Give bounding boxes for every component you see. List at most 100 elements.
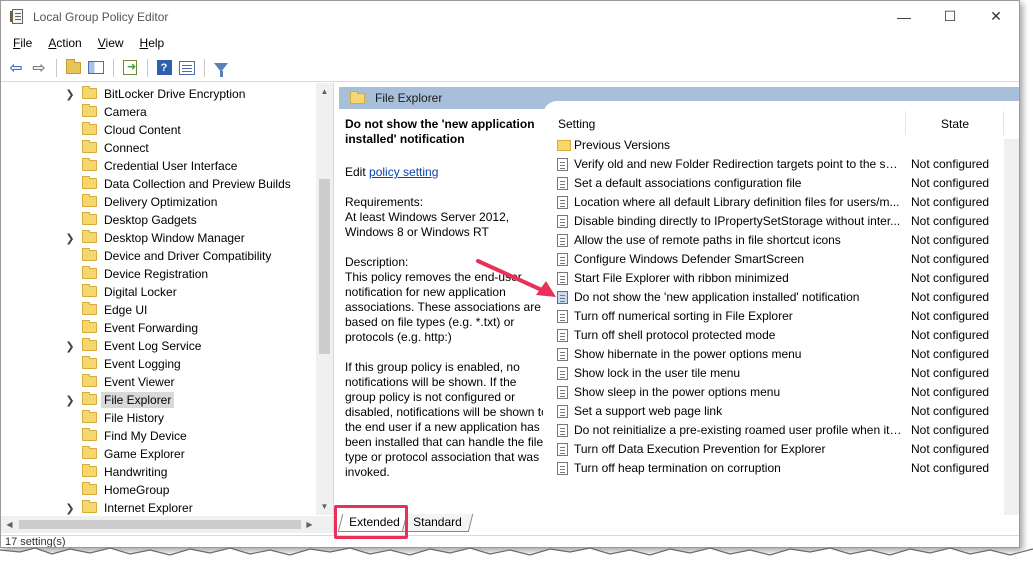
back-button[interactable]: ⇦ [5, 57, 27, 79]
tree-item[interactable]: Data Collection and Preview Builds [1, 175, 317, 193]
filter-button[interactable] [210, 57, 232, 79]
tree-item[interactable]: Credential User Interface [1, 157, 317, 175]
tree-item-label: Delivery Optimization [104, 195, 218, 209]
requirements-label: Requirements: [345, 195, 424, 209]
column-header-state[interactable]: State [941, 117, 969, 131]
settings-row[interactable]: Turn off shell protocol protected mode No… [543, 326, 1019, 345]
column-header-setting[interactable]: Setting [558, 117, 595, 131]
tree-item[interactable]: File History [1, 409, 317, 427]
setting-state: Not configured [911, 290, 990, 304]
export-list-button[interactable] [119, 57, 141, 79]
settings-row[interactable]: Set a support web page link Not configure… [543, 402, 1019, 421]
tree-item[interactable]: Cloud Content [1, 121, 317, 139]
tree-item[interactable]: Find My Device [1, 427, 317, 445]
settings-row[interactable]: Location where all default Library defin… [543, 193, 1019, 212]
policy-setting-icon [557, 386, 568, 399]
forward-button[interactable]: ⇨ [28, 57, 50, 79]
tree-item[interactable]: Connect [1, 139, 317, 157]
up-one-level-button[interactable] [62, 57, 84, 79]
tree-item[interactable]: HomeGroup [1, 481, 317, 499]
up-folder-icon [65, 58, 81, 74]
expand-chevron-icon[interactable]: ❯ [65, 88, 75, 101]
tree-vertical-scrollbar[interactable]: ▲ ▼ [316, 83, 333, 515]
tree-item[interactable]: Handwriting [1, 463, 317, 481]
folder-icon [82, 212, 97, 225]
scroll-right-icon[interactable]: ▶ [301, 516, 318, 533]
settings-row[interactable]: Verify old and new Folder Redirection ta… [543, 155, 1019, 174]
setting-name: Show hibernate in the power options menu [574, 347, 802, 361]
scroll-thumb[interactable] [319, 179, 330, 354]
menu-file[interactable]: File [5, 36, 40, 50]
tree-item[interactable]: Device Registration [1, 265, 317, 283]
setting-state: Not configured [911, 309, 990, 323]
tab-standard[interactable]: Standard [401, 514, 473, 532]
scroll-up-icon[interactable]: ▲ [316, 83, 333, 100]
menu-action[interactable]: Action [40, 36, 89, 50]
menu-view[interactable]: View [90, 36, 132, 50]
tree-item[interactable]: Camera [1, 103, 317, 121]
scroll-down-icon[interactable]: ▼ [316, 498, 333, 515]
settings-row[interactable]: Do not reinitialize a pre-existing roame… [543, 421, 1019, 440]
properties-button[interactable] [176, 57, 198, 79]
minimize-button[interactable]: — [881, 1, 927, 32]
tree-item-label: Event Log Service [104, 339, 202, 353]
folder-icon [82, 482, 97, 495]
scroll-thumb[interactable] [19, 520, 301, 529]
settings-row[interactable]: Allow the use of remote paths in file sh… [543, 231, 1019, 250]
close-button[interactable]: ✕ [973, 1, 1019, 32]
scroll-left-icon[interactable]: ◀ [1, 516, 18, 533]
settings-row[interactable]: Show hibernate in the power options menu… [543, 345, 1019, 364]
policy-setting-icon [557, 462, 568, 475]
column-divider[interactable] [1003, 111, 1004, 135]
tree-horizontal-scrollbar[interactable]: ◀ ▶ [1, 516, 333, 533]
tree-item[interactable]: Event Logging [1, 355, 317, 373]
settings-row[interactable]: Turn off numerical sorting in File Explo… [543, 307, 1019, 326]
help-button[interactable]: ? [153, 57, 175, 79]
maximize-button[interactable]: ☐ [927, 1, 973, 32]
tree-item[interactable]: ❯ BitLocker Drive Encryption [1, 85, 317, 103]
settings-row[interactable]: Do not show the 'new application install… [543, 288, 1019, 307]
settings-folder-row[interactable]: Previous Versions [543, 136, 1019, 155]
settings-row[interactable]: Show lock in the user tile menu Not confi… [543, 364, 1019, 383]
navigation-tree[interactable]: ❯ BitLocker Drive Encryption Camera Cloud C… [1, 83, 334, 533]
expand-chevron-icon[interactable]: ❯ [65, 340, 75, 353]
tree-item[interactable]: Event Viewer [1, 373, 317, 391]
tree-item[interactable]: Delivery Optimization [1, 193, 317, 211]
tree-item[interactable]: ❯ Desktop Window Manager [1, 229, 317, 247]
expand-chevron-icon[interactable]: ❯ [65, 232, 75, 245]
policy-setting-icon [557, 215, 568, 228]
expand-chevron-icon[interactable]: ❯ [65, 502, 75, 515]
settings-row[interactable]: Turn off Data Execution Prevention for E… [543, 440, 1019, 459]
tree-item[interactable]: Desktop Gadgets [1, 211, 317, 229]
tree-item[interactable]: Game Explorer [1, 445, 317, 463]
settings-row[interactable]: Set a default associations configuration… [543, 174, 1019, 193]
settings-row[interactable]: Disable binding directly to IPropertySet… [543, 212, 1019, 231]
tree-item[interactable]: Edge UI [1, 301, 317, 319]
settings-row[interactable]: Show sleep in the power options menu Not … [543, 383, 1019, 402]
tree-item[interactable]: Digital Locker [1, 283, 317, 301]
tree-item[interactable]: ❯ Event Log Service [1, 337, 317, 355]
tree-item[interactable]: Device and Driver Compatibility [1, 247, 317, 265]
tree-item[interactable]: ❯ File Explorer [1, 391, 317, 409]
tree-item[interactable]: ❯ Internet Explorer [1, 499, 317, 517]
policy-setting-icon [557, 424, 568, 437]
expand-chevron-icon[interactable]: ❯ [65, 394, 75, 407]
settings-row[interactable]: Configure Windows Defender SmartScreen No… [543, 250, 1019, 269]
setting-name: Show lock in the user tile menu [574, 366, 741, 380]
folder-icon [82, 86, 97, 99]
tree-item[interactable]: Event Forwarding [1, 319, 317, 337]
settings-row[interactable]: Turn off heap termination on corruption N… [543, 459, 1019, 478]
show-hide-tree-button[interactable] [85, 57, 107, 79]
column-divider[interactable] [905, 111, 906, 135]
policy-setting-link[interactable]: policy setting [369, 165, 438, 179]
settings-vertical-scrollbar[interactable] [1004, 139, 1019, 515]
settings-row[interactable]: Start File Explorer with ribbon minimize… [543, 269, 1019, 288]
folder-icon [82, 410, 97, 423]
policy-setting-icon [557, 443, 568, 456]
window-controls: — ☐ ✕ [881, 1, 1019, 32]
menu-help[interactable]: Help [132, 36, 173, 50]
edit-line: Edit policy setting [345, 165, 549, 180]
description-paragraph: If this group policy is enabled, no noti… [345, 360, 548, 479]
settings-list: Setting State Previous Versions Verify ol… [543, 101, 1019, 515]
tree-item-label: Connect [104, 141, 149, 155]
